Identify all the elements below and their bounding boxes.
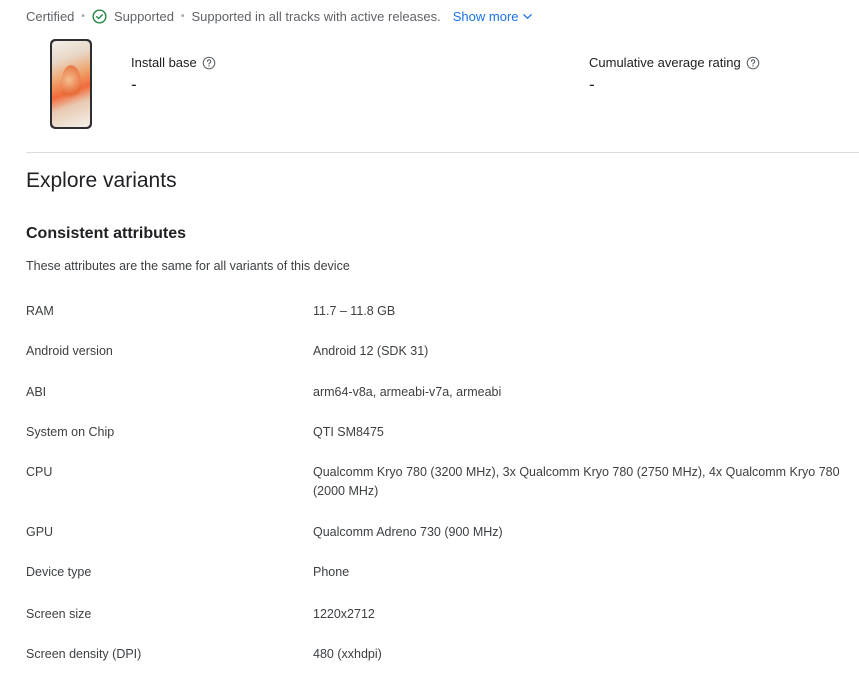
attribute-name: GPU — [26, 525, 54, 539]
attribute-name: Android version — [26, 344, 113, 358]
show-more-label: Show more — [452, 8, 519, 24]
certified-label: Certified — [26, 8, 75, 24]
attribute-value: Phone — [313, 565, 350, 579]
status-bar: Certified • Supported • Supported in all… — [26, 6, 533, 26]
cumulative-rating-metric: Cumulative average rating - — [589, 55, 760, 95]
cumulative-rating-label: Cumulative average rating — [589, 55, 741, 70]
attribute-value: 480 (xxhdpi) — [313, 647, 382, 661]
supported-label: Supported — [113, 8, 174, 24]
section-divider — [26, 152, 859, 153]
device-image — [50, 39, 92, 129]
attribute-name: System on Chip — [26, 425, 115, 439]
check-circle-icon — [92, 8, 107, 24]
attribute-value: 11.7 – 11.8 GB — [313, 304, 396, 318]
install-base-value: - — [131, 75, 137, 94]
device-screen — [52, 41, 90, 127]
explore-variants-title: Explore variants — [26, 169, 177, 192]
cumulative-rating-label-row: Cumulative average rating — [589, 55, 760, 70]
consistent-attributes-description: These attributes are the same for all va… — [26, 259, 350, 273]
attribute-value: Android 12 (SDK 31) — [313, 344, 429, 358]
attribute-name: RAM — [26, 304, 54, 318]
attribute-value: 1220x2712 — [313, 607, 375, 621]
cumulative-rating-value: - — [589, 75, 595, 94]
attribute-value: arm64-v8a, armeabi-v7a, armeabi — [313, 385, 502, 399]
install-base-label-row: Install base — [131, 55, 216, 70]
attribute-value: Qualcomm Kryo 780 (3200 MHz), 3x Qualcom… — [313, 465, 840, 498]
separator-dot: • — [81, 10, 85, 22]
help-circle-icon[interactable] — [746, 56, 760, 70]
show-more-link[interactable]: Show more — [453, 9, 533, 24]
chevron-down-icon — [522, 11, 533, 22]
attribute-name: Screen density (DPI) — [26, 647, 142, 661]
install-base-label: Install base — [131, 55, 197, 70]
consistent-attributes-title: Consistent attributes — [26, 225, 187, 242]
attribute-name: Device type — [26, 565, 92, 579]
install-base-metric: Install base - — [131, 55, 216, 95]
separator-dot: • — [180, 10, 185, 22]
help-circle-icon[interactable] — [202, 56, 216, 70]
attribute-value: Qualcomm Adreno 730 (900 MHz) — [313, 525, 503, 539]
attribute-name: Screen size — [26, 607, 92, 621]
support-description: Supported in all tracks with active rele… — [191, 8, 441, 24]
attribute-name: ABI — [26, 385, 47, 399]
attribute-value: QTI SM8475 — [313, 425, 384, 439]
attribute-name: CPU — [26, 465, 53, 479]
